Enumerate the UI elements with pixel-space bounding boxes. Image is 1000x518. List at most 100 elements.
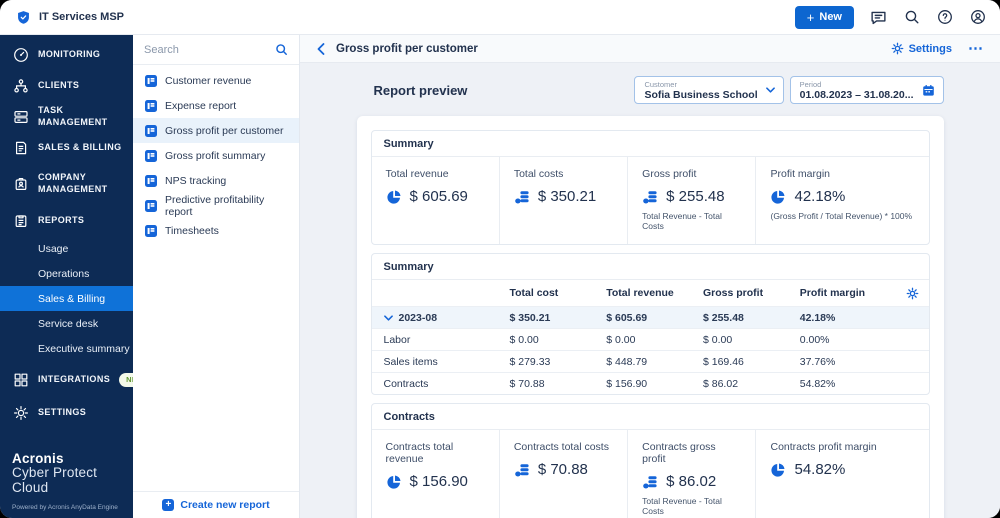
table-settings-gear-icon[interactable] [906, 287, 919, 300]
search-icon[interactable] [275, 43, 288, 56]
shield-logo-icon [16, 10, 31, 25]
back-chevron-icon[interactable] [317, 42, 325, 55]
sidebar-subitem-sales-billing[interactable]: Sales & Billing [0, 286, 133, 311]
report-item[interactable]: Expense report [133, 93, 299, 118]
expand-chevron-icon[interactable] [383, 314, 393, 321]
metric-card-contracts-total-costs: Contracts total costs $ 70.88 [498, 430, 627, 518]
search-input[interactable] [144, 43, 269, 56]
period-select[interactable]: Period 01.08.2023 – 31.08.20... [789, 76, 944, 104]
chevron-down-icon [765, 87, 775, 93]
table-row-contracts[interactable]: Contracts $ 70.88 $ 156.90 $ 86.02 54.82… [371, 372, 929, 394]
report-item[interactable]: Predictive profitability report [133, 193, 299, 218]
help-icon[interactable] [936, 9, 953, 26]
metric-label: Contracts gross profit [642, 441, 716, 465]
sidebar-item-label: COMPANY MANAGEMENT [38, 172, 108, 194]
sidebar-item-reports[interactable]: REPORTS [0, 205, 133, 236]
metric-label: Gross profit [642, 168, 697, 180]
gauge-icon [12, 47, 29, 63]
report-item-label: Timesheets [165, 224, 219, 237]
sidebar-item-company-management[interactable]: COMPANY MANAGEMENT [0, 163, 133, 205]
column-header: Total revenue [606, 287, 674, 299]
create-new-report-button[interactable]: + Create new report [133, 491, 299, 518]
cell-value: $ 0.00 [509, 333, 539, 346]
sidebar-item-label: CLIENTS [38, 79, 80, 90]
sidebar-item-sales-billing[interactable]: SALES & BILLING [0, 132, 133, 163]
sidebar-item-clients[interactable]: CLIENTS [0, 70, 133, 101]
new-button-label: New [819, 11, 842, 23]
cell-value: $ 448.79 [606, 355, 648, 368]
metric-card-profit-margin: Profit margin 42.18% (Gross Profit / Tot… [755, 157, 928, 244]
cell-value: 37.76% [799, 355, 836, 368]
metric-label: Contracts total revenue [385, 441, 454, 465]
cell-value: 42.18% [799, 311, 836, 324]
metric-caption: Total Revenue - Total Costs [642, 496, 722, 516]
metric-card-total-costs: Total costs $ 350.21 [498, 157, 627, 244]
sidebar-item-label: SALES & BILLING [38, 141, 122, 152]
more-options-icon[interactable]: ⋯ [968, 41, 984, 56]
customer-select-label: Customer [644, 79, 677, 89]
metric-value: 54.82% [794, 461, 846, 478]
metric-card-total-revenue: Total revenue $ 605.69 [372, 157, 499, 244]
report-item-label: Gross profit per customer [165, 124, 284, 137]
metric-value: $ 70.88 [537, 461, 588, 478]
table-row-2023-08[interactable]: 2023-08 $ 350.21 $ 605.69 $ 255.48 42.18… [371, 306, 929, 328]
row-label: 2023-08 [398, 311, 438, 324]
metric-card-contracts-gross-profit: Contracts gross profit $ 86.02 Total Rev… [627, 430, 755, 518]
metric-value: $ 156.90 [409, 473, 468, 490]
org-chart-icon [12, 78, 29, 94]
reports-list-panel: Customer revenue Expense report Gross pr… [133, 35, 300, 518]
new-button[interactable]: + New [794, 5, 854, 29]
report-item[interactable]: NPS tracking [133, 168, 299, 193]
cell-value: $ 605.69 [606, 311, 648, 324]
cell-value: 0.00% [799, 333, 830, 346]
search-row [133, 35, 299, 65]
metric-card-contracts-profit-margin: Contracts profit margin 54.82% [755, 430, 928, 518]
report-icon [145, 124, 157, 137]
report-icon [145, 199, 157, 212]
metric-label: Profit margin [770, 168, 831, 180]
metric-label: Total costs [513, 168, 564, 180]
metric-card-contracts-total-revenue: Contracts total revenue $ 156.90 [372, 430, 499, 518]
report-item-selected[interactable]: Gross profit per customer [133, 118, 299, 143]
tenant-brand: IT Services MSP [16, 10, 124, 25]
settings-button[interactable]: Settings [891, 42, 952, 55]
table-row-labor[interactable]: Labor $ 0.00 $ 0.00 $ 0.00 0.00% [371, 328, 929, 350]
feedback-chat-icon[interactable] [870, 9, 887, 26]
sidebar-subitem-operations[interactable]: Operations [0, 261, 133, 286]
report-icon [145, 74, 157, 87]
metric-label: Contracts profit margin [770, 441, 877, 453]
sidebar-item-label: INTEGRATIONS [38, 373, 111, 384]
account-icon[interactable] [969, 9, 986, 26]
report-item[interactable]: Customer revenue [133, 68, 299, 93]
plus-icon: + [806, 9, 815, 25]
search-icon[interactable] [903, 9, 920, 26]
clipboard-icon [12, 213, 29, 229]
coins-icon [514, 189, 530, 205]
sidebar-item-label: REPORTS [38, 214, 85, 225]
report-list: Customer revenue Expense report Gross pr… [133, 65, 299, 243]
column-header: Total cost [509, 287, 559, 299]
cell-value: $ 255.48 [703, 311, 744, 324]
table-row-sales-items[interactable]: Sales items $ 279.33 $ 448.79 $ 169.46 3… [371, 350, 929, 372]
period-select-value: 01.08.2023 – 31.08.20... [799, 88, 914, 101]
column-header: Gross profit [703, 287, 764, 299]
customer-select-value: Sofia Business School [644, 88, 758, 101]
sidebar-subitem-executive-summary[interactable]: Executive summary [0, 336, 133, 361]
sidebar-item-task-management[interactable]: TASK MANAGEMENT [0, 101, 133, 132]
report-preview-card: Summary Total revenue $ 605.69 Total cos… [356, 116, 944, 518]
report-item[interactable]: Gross profit summary [133, 143, 299, 168]
report-item[interactable]: Timesheets [133, 218, 299, 243]
sidebar-item-monitoring[interactable]: MONITORING [0, 39, 133, 70]
customer-select[interactable]: Customer Sofia Business School [634, 76, 784, 104]
logo-acronis: Acronis [12, 451, 64, 466]
sidebar-item-settings[interactable]: SETTINGS [0, 397, 133, 428]
gear-icon [891, 42, 904, 55]
cell-value: $ 0.00 [606, 333, 636, 346]
badge-icon [12, 176, 29, 192]
sidebar-item-label: SETTINGS [38, 406, 87, 417]
sidebar-subitem-usage[interactable]: Usage [0, 236, 133, 261]
sidebar-subitem-service-desk[interactable]: Service desk [0, 311, 133, 336]
report-item-label: NPS tracking [165, 174, 227, 187]
sidebar-item-integrations[interactable]: INTEGRATIONS NEW [0, 364, 152, 395]
section-title: Summary [371, 254, 929, 280]
